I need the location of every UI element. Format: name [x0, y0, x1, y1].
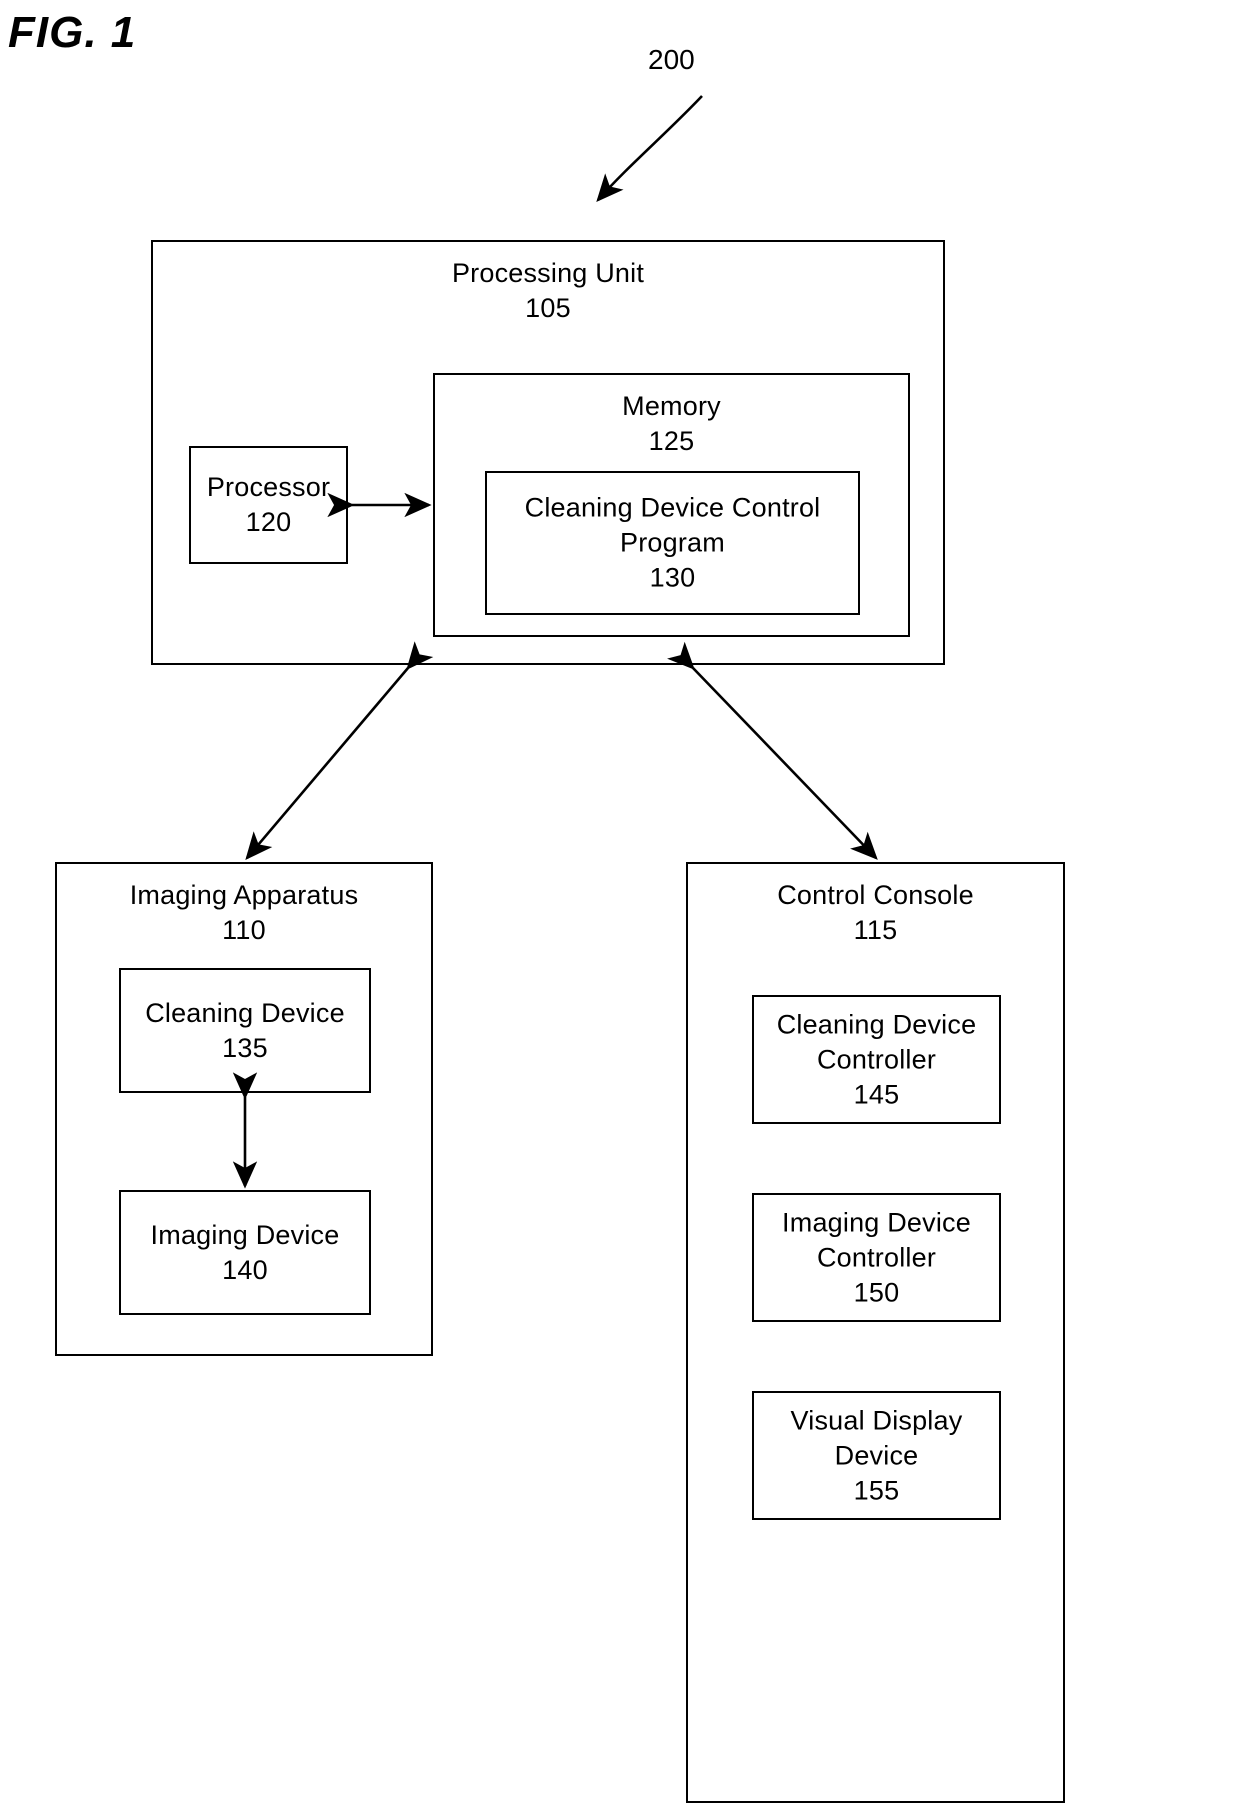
processor-label: Processor 120	[206, 471, 331, 537]
imaging-device-label: Imaging Device 140	[150, 1219, 340, 1285]
processor-box: Processor 120	[189, 446, 348, 564]
cleaning-device-control-program-box: Cleaning Device Control Program 130	[485, 471, 860, 615]
imaging-device-controller-label: Imaging Device Controller 150	[782, 1206, 971, 1308]
cleaning-device-control-program-label: Cleaning Device Control Program 130	[524, 492, 821, 593]
cleaning-device-label: Cleaning Device 135	[145, 997, 345, 1063]
figure-title: FIG. 1	[8, 8, 137, 57]
processing-unit-control-console-connector	[667, 641, 878, 860]
system-reference-label: 200	[648, 44, 695, 75]
cleaning-device-controller-label: Cleaning Device Controller 145	[776, 1008, 977, 1110]
visual-display-device-label: Visual Display Device 155	[790, 1404, 963, 1506]
patent-figure-1: FIG. 1 200 Processing Unit 105 Processor…	[0, 0, 1240, 1803]
processing-unit-label: Processing Unit 105	[451, 258, 645, 324]
processing-unit-imaging-apparatus-connector	[245, 641, 434, 860]
imaging-device-box: Imaging Device 140	[119, 1190, 371, 1315]
cleaning-device-controller-box: Cleaning Device Controller 145	[752, 995, 1001, 1124]
cleaning-device-box: Cleaning Device 135	[119, 968, 371, 1093]
visual-display-device-box: Visual Display Device 155	[752, 1391, 1001, 1520]
control-console-label: Control Console 115	[777, 880, 974, 946]
memory-label: Memory 125	[622, 391, 721, 457]
system-reference-leader-arrow	[596, 95, 703, 202]
imaging-device-controller-box: Imaging Device Controller 150	[752, 1193, 1001, 1322]
imaging-apparatus-label: Imaging Apparatus 110	[129, 880, 359, 946]
